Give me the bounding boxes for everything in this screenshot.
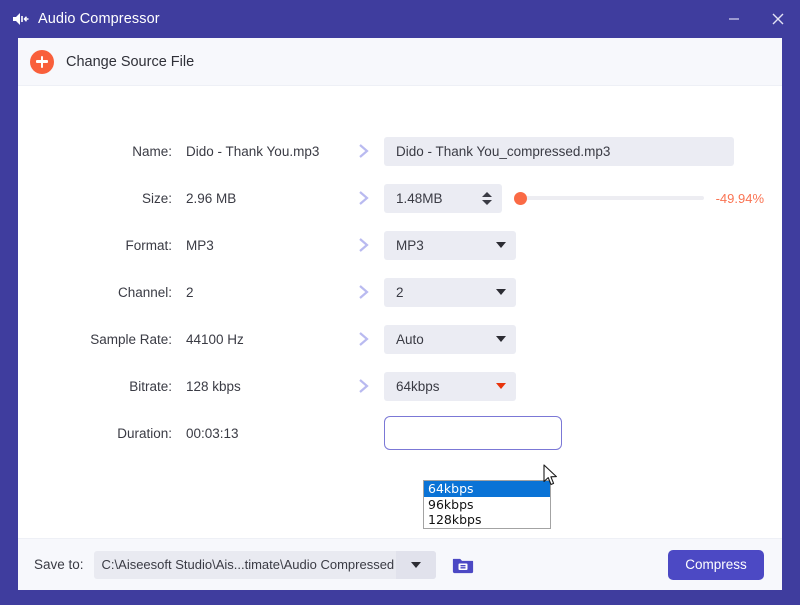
output-name-field[interactable]: Dido - Thank You_compressed.mp3 bbox=[384, 136, 734, 166]
chevron-right-icon bbox=[344, 189, 384, 207]
app-window: Audio Compressor Change Source File Name… bbox=[0, 0, 800, 605]
window-body: Change Source File Name: Dido - Thank Yo… bbox=[18, 38, 782, 590]
chevron-right-icon bbox=[344, 377, 384, 395]
source-value-name: Dido - Thank You.mp3 bbox=[186, 143, 320, 159]
chevron-right-icon bbox=[344, 283, 384, 301]
sample-rate-value: Auto bbox=[396, 331, 424, 347]
bitrate-dropdown[interactable]: 64kbps bbox=[384, 371, 516, 401]
channel-dropdown[interactable]: 2 bbox=[384, 277, 516, 307]
size-spinner[interactable] bbox=[482, 191, 498, 205]
sample-rate-dropdown[interactable]: Auto bbox=[384, 324, 516, 354]
row-name: Name: Dido - Thank You.mp3 Dido - Thank … bbox=[18, 136, 782, 166]
label-bitrate: Bitrate: bbox=[129, 378, 172, 394]
toolbar: Change Source File bbox=[18, 38, 782, 86]
channel-value: 2 bbox=[396, 284, 404, 300]
bitrate-option-64[interactable]: 64kbps bbox=[424, 481, 550, 497]
row-format: Format: MP3 MP3 bbox=[18, 230, 782, 260]
duration-output-box[interactable] bbox=[384, 416, 562, 450]
bitrate-option-128[interactable]: 128kbps bbox=[424, 512, 550, 528]
save-to-label: Save to: bbox=[34, 557, 84, 572]
row-bitrate: Bitrate: 128 kbps 64kbps bbox=[18, 371, 782, 401]
format-value: MP3 bbox=[396, 237, 424, 253]
window-controls bbox=[712, 0, 800, 38]
label-format: Format: bbox=[125, 237, 172, 253]
label-duration: Duration: bbox=[117, 425, 172, 441]
compress-button[interactable]: Compress bbox=[668, 549, 764, 580]
row-duration: Duration: 00:03:13 bbox=[18, 416, 782, 450]
source-value-channel: 2 bbox=[186, 284, 194, 300]
close-button[interactable] bbox=[756, 0, 800, 38]
source-value-duration: 00:03:13 bbox=[186, 425, 239, 441]
chevron-down-icon[interactable] bbox=[395, 550, 436, 579]
row-channel: Channel: 2 2 bbox=[18, 277, 782, 307]
bottom-bar: Save to: C:\Aiseesoft Studio\Ais...timat… bbox=[18, 538, 782, 590]
speaker-icon bbox=[10, 9, 32, 29]
save-path-value: C:\Aiseesoft Studio\Ais...timate\Audio C… bbox=[101, 557, 395, 572]
spinner-up-icon[interactable] bbox=[482, 191, 492, 197]
spinner-down-icon[interactable] bbox=[482, 199, 492, 205]
path-dropdown-arrow bbox=[410, 561, 421, 568]
label-channel: Channel: bbox=[117, 284, 172, 300]
label-name: Name: bbox=[132, 143, 172, 159]
save-path-combobox[interactable]: C:\Aiseesoft Studio\Ais...timate\Audio C… bbox=[93, 550, 436, 579]
slider-track[interactable] bbox=[514, 191, 704, 205]
chevron-down-icon[interactable] bbox=[496, 242, 506, 248]
plus-circle-icon[interactable] bbox=[30, 49, 54, 74]
window-title: Audio Compressor bbox=[38, 11, 160, 27]
compression-percent: -49.94% bbox=[715, 190, 764, 206]
bitrate-option-list[interactable]: 64kbps 96kbps 128kbps bbox=[423, 480, 551, 529]
label-size: Size: bbox=[141, 190, 172, 206]
mouse-cursor bbox=[543, 464, 560, 493]
compression-slider[interactable]: -49.94% bbox=[514, 191, 764, 206]
title-bar: Audio Compressor bbox=[0, 0, 800, 38]
bitrate-option-96[interactable]: 96kbps bbox=[424, 497, 550, 513]
source-value-format: MP3 bbox=[186, 237, 214, 253]
label-sample-rate: Sample Rate: bbox=[90, 331, 172, 347]
slider-knob[interactable] bbox=[514, 191, 527, 205]
minimize-button[interactable] bbox=[712, 0, 756, 38]
chevron-right-icon bbox=[344, 330, 384, 348]
change-source-file-button[interactable]: Change Source File bbox=[66, 54, 194, 70]
bitrate-value: 64kbps bbox=[396, 378, 440, 394]
row-sample-rate: Sample Rate: 44100 Hz Auto bbox=[18, 324, 782, 354]
chevron-down-icon[interactable] bbox=[496, 383, 506, 389]
source-value-sample-rate: 44100 Hz bbox=[186, 331, 244, 347]
chevron-down-icon[interactable] bbox=[496, 289, 506, 295]
chevron-right-icon bbox=[344, 236, 384, 254]
chevron-right-icon bbox=[344, 142, 384, 160]
output-size-value: 1.48MB bbox=[396, 190, 443, 206]
output-name-value: Dido - Thank You_compressed.mp3 bbox=[396, 143, 611, 159]
output-size-stepper[interactable]: 1.48MB bbox=[384, 183, 502, 213]
file-properties-form: Name: Dido - Thank You.mp3 Dido - Thank … bbox=[18, 86, 782, 538]
format-dropdown[interactable]: MP3 bbox=[384, 230, 516, 260]
source-value-size: 2.96 MB bbox=[186, 190, 237, 206]
row-size: Size: 2.96 MB 1.48MB -49.94% bbox=[18, 183, 782, 213]
source-value-bitrate: 128 kbps bbox=[186, 378, 241, 394]
folder-icon[interactable] bbox=[450, 552, 476, 578]
chevron-down-icon[interactable] bbox=[496, 336, 506, 342]
